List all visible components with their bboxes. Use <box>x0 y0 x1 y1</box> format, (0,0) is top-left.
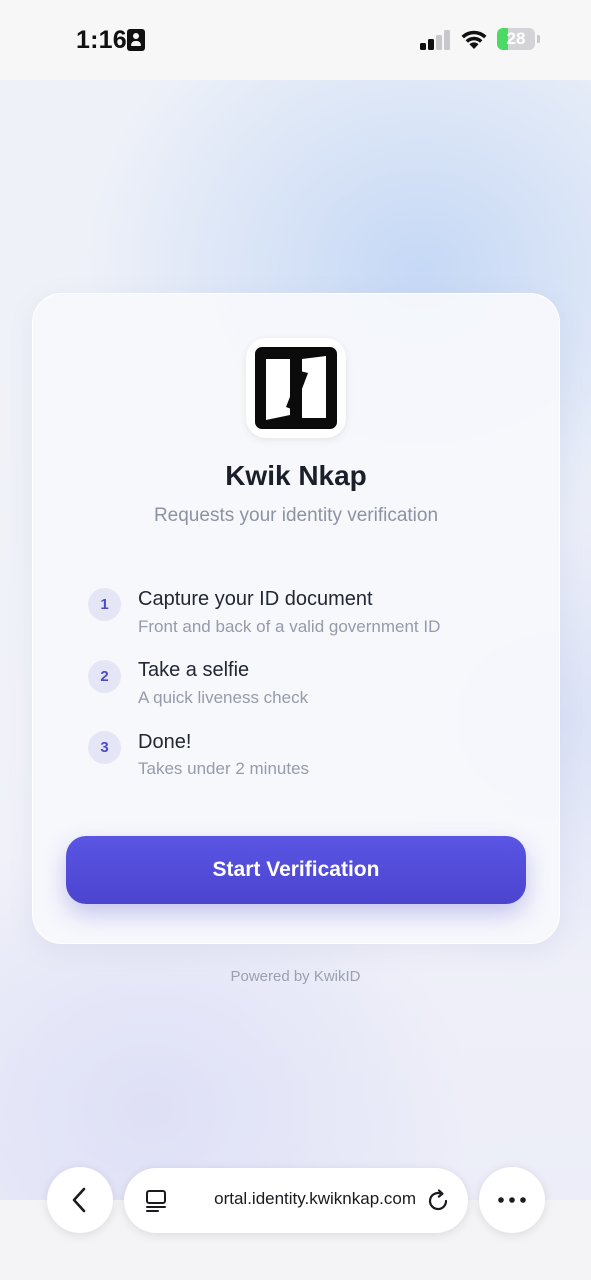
step-number-2: 2 <box>88 660 121 693</box>
url-value: ortal.identity.kwiknkap.com <box>214 1189 416 1208</box>
cellular-signal-icon <box>420 30 452 50</box>
back-button[interactable] <box>47 1167 113 1233</box>
app-logo-mark <box>255 347 337 429</box>
app-logo <box>246 338 346 438</box>
reader-tabs-icon[interactable] <box>144 1188 170 1214</box>
reload-icon[interactable] <box>424 1187 452 1215</box>
more-dots-icon <box>498 1197 526 1203</box>
battery-level: 28 <box>506 29 526 48</box>
step-description-1: Front and back of a valid government ID <box>138 617 441 636</box>
app-subtitle: Requests your identity verification <box>153 505 439 526</box>
step-title-1: Capture your ID document <box>138 588 373 610</box>
url-text[interactable]: ortal.identity.kwiknkap.com <box>186 1189 416 1213</box>
step-title-3: Done! <box>138 731 192 753</box>
step-number-3: 3 <box>88 731 121 764</box>
battery-cap <box>537 35 540 43</box>
step-title-2: Take a selfie <box>138 659 250 681</box>
status-time: 1:16 <box>76 26 127 54</box>
step-description-3: Takes under 2 minutes <box>138 759 310 778</box>
more-options-button[interactable] <box>479 1167 545 1233</box>
wifi-icon <box>461 30 487 49</box>
step-description-2: A quick liveness check <box>138 688 309 707</box>
status-bar: 1:16 28 <box>0 0 591 80</box>
app-name: Kwik Nkap <box>225 460 367 491</box>
start-verification-button[interactable]: Start Verification <box>66 836 526 904</box>
step-number-1: 1 <box>88 588 121 621</box>
battery-icon: 28 <box>497 28 535 50</box>
powered-by-text: Powered by KwikID <box>230 968 361 985</box>
contact-card-icon <box>127 29 145 51</box>
chevron-left-icon <box>72 1187 86 1213</box>
address-bar[interactable]: ortal.identity.kwiknkap.com <box>124 1168 468 1233</box>
logo-glyph-icon <box>266 356 326 420</box>
